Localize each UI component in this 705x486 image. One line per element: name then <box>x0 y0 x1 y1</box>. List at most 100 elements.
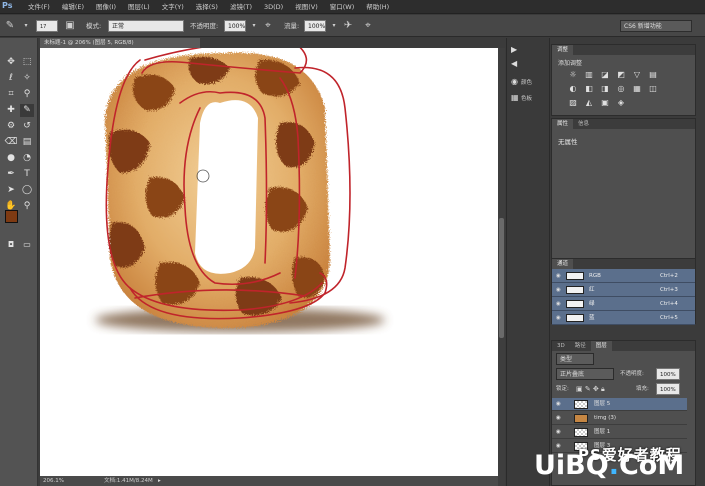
screen-mode-icon[interactable]: ▭ <box>20 238 34 251</box>
eyedropper-tool-icon[interactable]: ⚲ <box>20 88 34 101</box>
workspace-switcher[interactable]: CS6 新增功能 <box>620 20 692 32</box>
brush-tool-icon[interactable]: ✎ <box>4 20 16 32</box>
eye-icon[interactable]: ◉ <box>556 283 561 297</box>
brush-size-field[interactable]: 17 <box>36 20 58 32</box>
brush-tool-active-icon[interactable]: ✎ <box>20 104 34 117</box>
menu-window[interactable]: 窗口(W) <box>324 2 361 12</box>
menu-type[interactable]: 文字(Y) <box>156 2 190 12</box>
dock-swatches-button[interactable]: ▦ 色板 <box>511 92 532 104</box>
pressure-size-icon[interactable]: ⌖ <box>362 20 374 32</box>
tab-layers[interactable]: 图层 <box>590 341 612 351</box>
tab-channels[interactable]: 通道 <box>552 259 574 269</box>
crop-tool-icon[interactable]: ⌗ <box>4 88 18 101</box>
blend-mode-select[interactable]: 正片叠底 <box>556 368 614 380</box>
scrollbar-thumb[interactable] <box>499 218 504 338</box>
quick-mask-icon[interactable]: ◘ <box>4 238 18 251</box>
menu-help[interactable]: 帮助(H) <box>360 2 395 12</box>
tab-properties[interactable]: 属性 <box>552 119 574 129</box>
eye-icon[interactable]: ◉ <box>556 426 561 439</box>
exposure-icon[interactable]: ◩ <box>614 69 628 81</box>
layer-filter-select[interactable]: 类型 <box>556 353 594 365</box>
menu-view[interactable]: 视图(V) <box>289 2 324 12</box>
channel-row-green[interactable]: ◉ 绿 Ctrl+4 <box>552 297 695 311</box>
shape-tool-icon[interactable]: ◯ <box>20 184 34 197</box>
brightness-icon[interactable]: ☼ <box>566 69 580 81</box>
black-white-icon[interactable]: ◧ <box>582 83 596 95</box>
threshold-icon[interactable]: ◭ <box>582 97 596 109</box>
pen-tool-icon[interactable]: ✒ <box>4 168 18 181</box>
airbrush-icon[interactable]: ✈ <box>342 20 354 32</box>
status-arrow-icon[interactable]: ▸ <box>158 476 161 486</box>
channel-row-blue[interactable]: ◉ 蓝 Ctrl+5 <box>552 311 695 325</box>
menu-layer[interactable]: 图层(L) <box>122 2 156 12</box>
selective-color-icon[interactable]: ◈ <box>614 97 628 109</box>
color-balance-icon[interactable]: ◐ <box>566 83 580 95</box>
menu-file[interactable]: 文件(F) <box>22 2 56 12</box>
layer-row[interactable]: ◉ 图层 5 <box>552 398 687 411</box>
brush-panel-icon[interactable]: ▣ <box>64 20 76 32</box>
channels-tabs: 通道 <box>552 259 695 269</box>
hue-saturation-icon[interactable]: ▤ <box>646 69 660 81</box>
opacity-field[interactable]: 100% <box>224 20 246 32</box>
swatches-icon: ▦ <box>511 93 519 102</box>
dock-expand-button[interactable]: ▶ <box>511 44 521 56</box>
menu-3d[interactable]: 3D(D) <box>258 2 289 12</box>
document-tab[interactable]: 未标题-1 @ 206% (图层 5, RGB/8) <box>40 38 200 48</box>
type-tool-icon[interactable]: T <box>20 168 34 181</box>
vibrance-icon[interactable]: ▽ <box>630 69 644 81</box>
move-tool-icon[interactable]: ✥ <box>4 56 18 69</box>
history-brush-tool-icon[interactable]: ↺ <box>20 120 34 133</box>
healing-tool-icon[interactable]: ✚ <box>4 104 18 117</box>
layer-row[interactable]: ◉ timg (3) <box>552 412 687 425</box>
eye-icon[interactable]: ◉ <box>556 297 561 311</box>
gradient-map-icon[interactable]: ▣ <box>598 97 612 109</box>
opacity-dropdown-icon[interactable]: ▾ <box>248 20 260 32</box>
dock-collapse-button[interactable]: ◀ <box>511 58 521 70</box>
tab-paths[interactable]: 路径 <box>570 341 591 351</box>
lasso-tool-icon[interactable]: ℓ <box>4 72 18 85</box>
eye-icon[interactable]: ◉ <box>556 398 561 411</box>
path-select-tool-icon[interactable]: ➤ <box>4 184 18 197</box>
document-canvas[interactable] <box>40 48 498 476</box>
tab-info[interactable]: 信息 <box>573 119 594 129</box>
layer-row[interactable]: ◉ 图层 1 <box>552 426 687 439</box>
menu-image[interactable]: 图像(I) <box>90 2 122 12</box>
channel-mixer-icon[interactable]: ◎ <box>614 83 628 95</box>
flow-dropdown-icon[interactable]: ▾ <box>328 20 340 32</box>
layer-opacity-field[interactable]: 100% <box>656 368 680 380</box>
fill-field[interactable]: 100% <box>656 383 680 395</box>
gradient-tool-icon[interactable]: ▤ <box>20 136 34 149</box>
eye-icon[interactable]: ◉ <box>556 269 561 283</box>
dodge-tool-icon[interactable]: ◔ <box>20 152 34 165</box>
channel-row-red[interactable]: ◉ 红 Ctrl+3 <box>552 283 695 297</box>
zoom-level[interactable]: 206.1% <box>43 476 64 486</box>
brush-preset-dropdown[interactable]: ▾ <box>20 20 32 32</box>
menu-filter[interactable]: 滤镜(T) <box>224 2 258 12</box>
tab-3d[interactable]: 3D <box>552 341 570 351</box>
stamp-tool-icon[interactable]: ⚙ <box>4 120 18 133</box>
menu-edit[interactable]: 编辑(E) <box>56 2 90 12</box>
menu-select[interactable]: 选择(S) <box>190 2 224 12</box>
posterize-icon[interactable]: ▨ <box>566 97 580 109</box>
flow-field[interactable]: 100% <box>304 20 326 32</box>
mode-select[interactable]: 正常 <box>108 20 184 32</box>
foreground-color-swatch[interactable] <box>5 210 18 223</box>
quick-select-tool-icon[interactable]: ✧ <box>20 72 34 85</box>
canvas-vertical-scrollbar[interactable] <box>498 48 505 486</box>
curves-icon[interactable]: ◪ <box>598 69 612 81</box>
color-lookup-icon[interactable]: ▦ <box>630 83 644 95</box>
invert-icon[interactable]: ◫ <box>646 83 660 95</box>
dock-color-button[interactable]: ◉ 颜色 <box>511 76 532 88</box>
marquee-tool-icon[interactable]: ⬚ <box>20 56 34 69</box>
pressure-opacity-icon[interactable]: ⌖ <box>262 20 274 32</box>
zoom-tool-icon[interactable]: ⚲ <box>20 200 34 213</box>
blur-tool-icon[interactable]: ● <box>4 152 18 165</box>
eye-icon[interactable]: ◉ <box>556 412 561 425</box>
lock-icons[interactable]: ▣ ✎ ✥ 🔒︎ <box>576 383 605 395</box>
eraser-tool-icon[interactable]: ⌫ <box>4 136 18 149</box>
photo-filter-icon[interactable]: ◨ <box>598 83 612 95</box>
channel-row-rgb[interactable]: ◉ RGB Ctrl+2 <box>552 269 695 283</box>
levels-icon[interactable]: ▥ <box>582 69 596 81</box>
tab-adjustments[interactable]: 调整 <box>552 45 574 55</box>
eye-icon[interactable]: ◉ <box>556 311 561 325</box>
